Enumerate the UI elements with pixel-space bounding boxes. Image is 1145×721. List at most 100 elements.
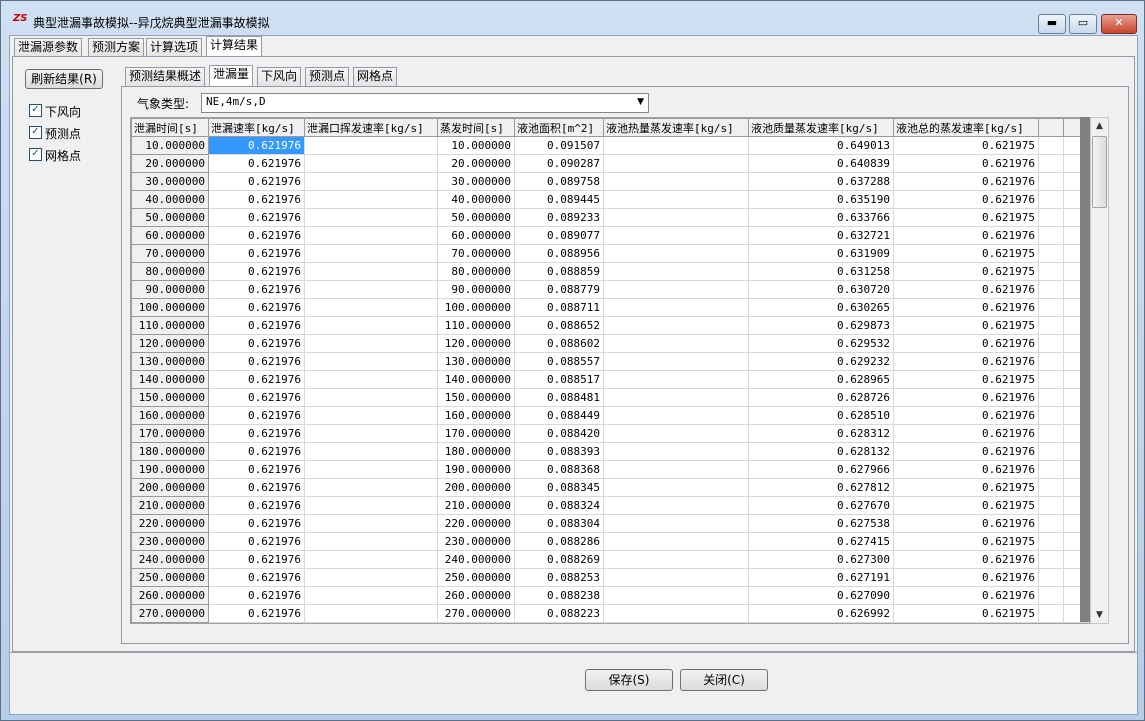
- table-cell[interactable]: 0.621976: [208, 244, 305, 263]
- table-cell[interactable]: 0.089445: [514, 190, 604, 209]
- table-cell[interactable]: [304, 388, 438, 407]
- table-cell[interactable]: 0.627415: [748, 532, 894, 551]
- table-cell[interactable]: 0.621975: [893, 136, 1039, 155]
- col-header[interactable]: 泄漏时间[s]: [131, 118, 209, 137]
- table-cell[interactable]: 80.000000: [437, 262, 515, 281]
- table-cell[interactable]: [304, 298, 438, 317]
- table-cell[interactable]: 0.621976: [208, 442, 305, 461]
- table-cell[interactable]: 0.621976: [893, 514, 1039, 533]
- table-cell[interactable]: 0.621975: [893, 604, 1039, 623]
- table-cell[interactable]: 0.088420: [514, 424, 604, 443]
- row-header-cell[interactable]: 140.000000: [131, 370, 209, 389]
- table-cell[interactable]: 90.000000: [437, 280, 515, 299]
- table-cell[interactable]: 0.621976: [208, 478, 305, 497]
- table-cell[interactable]: [304, 154, 438, 173]
- tab-prediction-points[interactable]: 预测点: [305, 67, 350, 86]
- table-cell[interactable]: [603, 496, 749, 515]
- table-cell[interactable]: [304, 226, 438, 245]
- table-row[interactable]: 120.000000 0.621976 120.000000 0.088602 0.62…: [131, 334, 1088, 353]
- table-cell-empty[interactable]: [1038, 388, 1064, 407]
- table-cell-empty[interactable]: [1038, 154, 1064, 173]
- table-cell[interactable]: 20.000000: [437, 154, 515, 173]
- table-cell-empty[interactable]: [1038, 226, 1064, 245]
- table-cell[interactable]: 0.621976: [893, 190, 1039, 209]
- table-cell[interactable]: [304, 604, 438, 623]
- table-cell[interactable]: [603, 406, 749, 425]
- table-row[interactable]: 20.000000 0.621976 20.000000 0.090287 0.6408…: [131, 154, 1088, 173]
- scroll-down-icon[interactable]: ▼: [1091, 607, 1108, 623]
- table-cell[interactable]: [603, 532, 749, 551]
- table-cell[interactable]: [603, 262, 749, 281]
- row-header-cell[interactable]: 100.000000: [131, 298, 209, 317]
- table-cell-empty[interactable]: [1038, 316, 1064, 335]
- table-cell[interactable]: 0.088779: [514, 280, 604, 299]
- table-cell[interactable]: 0.621976: [208, 262, 305, 281]
- table-row[interactable]: 260.000000 0.621976 260.000000 0.088238 0.62…: [131, 586, 1088, 605]
- row-header-cell[interactable]: 30.000000: [131, 172, 209, 191]
- table-cell[interactable]: [304, 514, 438, 533]
- table-cell-empty[interactable]: [1038, 262, 1064, 281]
- table-cell-empty[interactable]: [1038, 568, 1064, 587]
- table-cell[interactable]: 260.000000: [437, 586, 515, 605]
- table-cell[interactable]: 0.627191: [748, 568, 894, 587]
- table-cell[interactable]: 0.621976: [893, 154, 1039, 173]
- table-cell-empty[interactable]: [1038, 244, 1064, 263]
- tab-calc-results[interactable]: 计算结果: [206, 36, 263, 57]
- table-cell[interactable]: [304, 262, 438, 281]
- table-cell[interactable]: 0.088286: [514, 532, 604, 551]
- table-cell[interactable]: 0.621976: [893, 586, 1039, 605]
- table-cell[interactable]: 0.628312: [748, 424, 894, 443]
- table-cell[interactable]: [603, 208, 749, 227]
- table-cell[interactable]: [603, 568, 749, 587]
- table-cell[interactable]: 0.621975: [893, 208, 1039, 227]
- table-cell[interactable]: [603, 136, 749, 155]
- table-cell[interactable]: [603, 586, 749, 605]
- table-cell[interactable]: 0.088345: [514, 478, 604, 497]
- table-cell[interactable]: 0.627812: [748, 478, 894, 497]
- table-cell-empty[interactable]: [1038, 604, 1064, 623]
- table-row[interactable]: 100.000000 0.621976 100.000000 0.088711 0.63…: [131, 298, 1088, 317]
- table-cell[interactable]: 0.621976: [208, 172, 305, 191]
- table-cell[interactable]: 0.621976: [208, 388, 305, 407]
- table-cell[interactable]: [603, 604, 749, 623]
- table-cell[interactable]: 230.000000: [437, 532, 515, 551]
- row-header-cell[interactable]: 20.000000: [131, 154, 209, 173]
- row-header-cell[interactable]: 160.000000: [131, 406, 209, 425]
- table-row[interactable]: 90.000000 0.621976 90.000000 0.088779 0.6307…: [131, 280, 1088, 299]
- table-cell[interactable]: 170.000000: [437, 424, 515, 443]
- table-cell[interactable]: 0.621976: [893, 172, 1039, 191]
- table-cell[interactable]: [603, 172, 749, 191]
- table-cell[interactable]: 0.088481: [514, 388, 604, 407]
- table-cell[interactable]: 40.000000: [437, 190, 515, 209]
- table-cell-empty[interactable]: [1038, 352, 1064, 371]
- table-cell[interactable]: 0.088557: [514, 352, 604, 371]
- table-cell[interactable]: 0.621976: [208, 604, 305, 623]
- table-cell[interactable]: 0.088517: [514, 370, 604, 389]
- row-header-cell[interactable]: 150.000000: [131, 388, 209, 407]
- table-cell-empty[interactable]: [1038, 334, 1064, 353]
- refresh-results-button[interactable]: 刷新结果(R): [25, 69, 103, 89]
- table-cell[interactable]: 0.621976: [893, 298, 1039, 317]
- table-cell[interactable]: 0.627670: [748, 496, 894, 515]
- table-cell[interactable]: 0.088269: [514, 550, 604, 569]
- table-cell[interactable]: 0.627538: [748, 514, 894, 533]
- table-cell[interactable]: 0.621976: [208, 226, 305, 245]
- table-row[interactable]: 180.000000 0.621976 180.000000 0.088393 0.62…: [131, 442, 1088, 461]
- table-cell[interactable]: 50.000000: [437, 208, 515, 227]
- table-cell[interactable]: [304, 280, 438, 299]
- table-cell[interactable]: 0.088393: [514, 442, 604, 461]
- table-cell[interactable]: 180.000000: [437, 442, 515, 461]
- table-cell-empty[interactable]: [1038, 190, 1064, 209]
- table-cell[interactable]: 140.000000: [437, 370, 515, 389]
- table-row[interactable]: 230.000000 0.621976 230.000000 0.088286 0.62…: [131, 532, 1088, 551]
- table-cell[interactable]: 0.621976: [208, 298, 305, 317]
- table-cell[interactable]: 0.621976: [893, 460, 1039, 479]
- row-header-cell[interactable]: 120.000000: [131, 334, 209, 353]
- row-header-cell[interactable]: 130.000000: [131, 352, 209, 371]
- table-cell[interactable]: [603, 316, 749, 335]
- row-header-cell[interactable]: 50.000000: [131, 208, 209, 227]
- table-cell[interactable]: 0.628726: [748, 388, 894, 407]
- table-cell[interactable]: 0.628965: [748, 370, 894, 389]
- table-cell[interactable]: 0.089233: [514, 208, 604, 227]
- col-header[interactable]: 蒸发时间[s]: [437, 118, 515, 137]
